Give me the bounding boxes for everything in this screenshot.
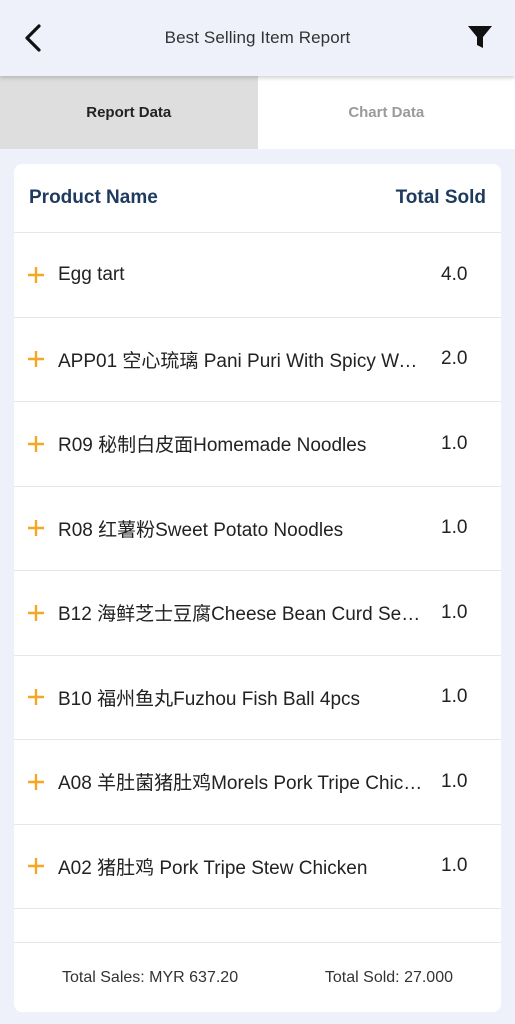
expand-plus-icon[interactable] <box>14 402 58 486</box>
table-row[interactable]: B10 福州鱼丸Fuzhou Fish Ball 4pcs 1.0 <box>14 656 501 740</box>
table-row[interactable]: R09 秘制白皮面Homemade Noodles 1.0 <box>14 402 501 487</box>
product-name: A08 羊肚菌猪肚鸡Morels Pork Tripe Chicken <box>58 773 433 795</box>
product-total: 1.0 <box>441 601 468 623</box>
summary-footer: Total Sales: MYR 637.20 Total Sold: 27.0… <box>14 942 501 1012</box>
app-screen: Best Selling Item Report Report Data Cha… <box>0 0 515 1024</box>
expand-plus-icon[interactable] <box>14 571 58 655</box>
table-header: Product Name Total Sold <box>14 164 501 233</box>
table-row[interactable]: Egg tart 4.0 <box>14 233 501 318</box>
table-row[interactable]: R08 红薯粉Sweet Potato Noodles 1.0 <box>14 487 501 571</box>
product-total: 1.0 <box>441 770 468 792</box>
product-total: 1.0 <box>441 686 468 708</box>
product-name: R08 红薯粉Sweet Potato Noodles <box>58 519 344 541</box>
table-row[interactable]: A08 羊肚菌猪肚鸡Morels Pork Tripe Chicken 1.0 <box>14 740 501 825</box>
tab-bar: Report Data Chart Data <box>0 76 515 149</box>
expand-plus-icon[interactable] <box>14 740 58 824</box>
product-name: A02 猪肚鸡 Pork Tripe Stew Chicken <box>58 857 368 879</box>
back-button[interactable] <box>18 18 48 58</box>
product-total: 1.0 <box>441 517 468 539</box>
product-total: 4.0 <box>441 263 468 285</box>
expand-plus-icon[interactable] <box>14 825 58 909</box>
product-total: 2.0 <box>441 348 468 370</box>
filter-button[interactable] <box>465 20 495 54</box>
total-sold-label: Total Sold: 27.000 <box>324 968 453 986</box>
tab-report-data[interactable]: Report Data <box>0 76 258 149</box>
column-product-name: Product Name <box>29 187 158 208</box>
product-total: 1.0 <box>441 432 468 454</box>
product-name: APP01 空心琉璃 Pani Puri With Spicy Water <box>58 350 432 372</box>
page-title: Best Selling Item Report <box>164 28 351 47</box>
column-total-sold: Total Sold <box>395 187 486 208</box>
product-name: B10 福州鱼丸Fuzhou Fish Ball 4pcs <box>58 688 361 710</box>
expand-plus-icon[interactable] <box>14 487 58 571</box>
report-card: Product Name Total Sold Egg tart 4.0 APP… <box>14 164 501 1012</box>
product-total: 1.0 <box>441 855 468 877</box>
expand-plus-icon[interactable] <box>14 656 58 740</box>
product-name: Egg tart <box>58 263 125 285</box>
product-name: B12 海鲜芝士豆腐Cheese Bean Curd Seafood <box>58 604 433 626</box>
table-row[interactable]: B12 海鲜芝士豆腐Cheese Bean Curd Seafood 1.0 <box>14 571 501 656</box>
expand-plus-icon[interactable] <box>14 318 58 402</box>
product-name: R09 秘制白皮面Homemade Noodles <box>58 435 367 457</box>
filter-icon <box>468 26 492 48</box>
tab-chart-data[interactable]: Chart Data <box>257 76 515 149</box>
table-body[interactable]: Egg tart 4.0 APP01 空心琉璃 Pani Puri With S… <box>14 233 501 942</box>
expand-plus-icon[interactable] <box>14 233 58 317</box>
table-row[interactable]: APP01 空心琉璃 Pani Puri With Spicy Water 2.… <box>14 318 501 402</box>
total-sales-label: Total Sales: MYR 637.20 <box>62 968 239 986</box>
table-row[interactable]: A02 猪肚鸡 Pork Tripe Stew Chicken 1.0 <box>14 825 501 909</box>
header-bar: Best Selling Item Report <box>0 0 515 76</box>
chevron-left-icon <box>25 24 41 52</box>
